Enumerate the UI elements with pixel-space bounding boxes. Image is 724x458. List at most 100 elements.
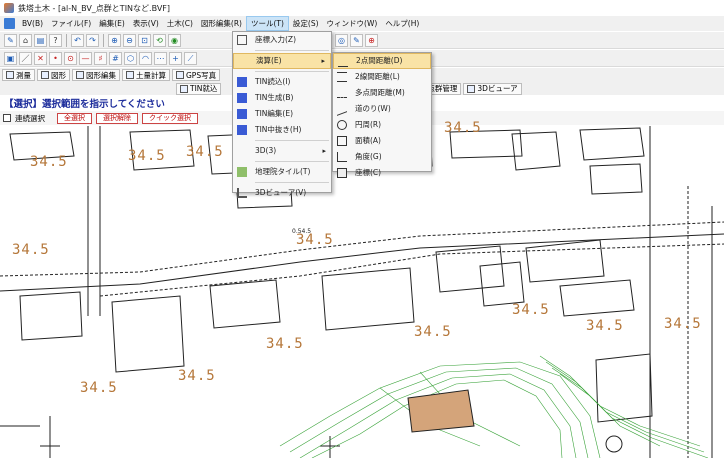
- redo-icon[interactable]: ↷: [86, 33, 99, 47]
- toolbar-separator: [66, 33, 67, 47]
- elevation-label: 34.5: [12, 242, 50, 258]
- gps-icon: [176, 71, 184, 79]
- menu-civil[interactable]: 土木(C): [163, 16, 197, 31]
- menu-circumference[interactable]: 円周(R): [333, 117, 431, 133]
- menu-two-point-distance[interactable]: 2点間距離(D): [333, 53, 431, 69]
- menu-3d-viewer[interactable]: 3Dビューア(V): [233, 185, 331, 201]
- save-icon[interactable]: ▤: [34, 33, 47, 47]
- globe-icon[interactable]: ◉: [168, 33, 181, 47]
- zoom-window-icon[interactable]: ⊡: [138, 33, 151, 47]
- tin-icon: [237, 93, 247, 103]
- menu-separator: [255, 182, 329, 183]
- multi-point-icon: [337, 88, 347, 98]
- viewer-icon: [467, 84, 476, 93]
- command-prompt: 【選択】選択範囲を指示してください: [4, 99, 165, 110]
- menu-separator: [255, 140, 329, 141]
- menu-tools[interactable]: ツール(T): [245, 16, 289, 31]
- tools-menu: 座標入力(Z) 演算(E) ▸ TIN読込(I) TIN生成(B) TIN編集(…: [232, 31, 332, 198]
- window-title: 鉄塔土木 - [al-N_BV_点群とTINなど.BVF]: [18, 3, 171, 13]
- menu-two-line-distance[interactable]: 2線間距離(L): [333, 69, 431, 85]
- doc-icon: [4, 18, 15, 29]
- dash-icon[interactable]: —: [79, 51, 92, 65]
- polygon-icon[interactable]: ⬡: [124, 51, 137, 65]
- elevation-label: 34.5: [664, 316, 702, 332]
- deselect-button[interactable]: 選択解除: [96, 112, 138, 124]
- arc-icon[interactable]: ◠: [139, 51, 152, 65]
- open-icon[interactable]: ⌂: [19, 33, 32, 47]
- plus-icon[interactable]: +: [169, 51, 182, 65]
- elevation-label: 34.5: [186, 144, 224, 160]
- grid-icon[interactable]: #: [109, 51, 122, 65]
- menu-bv[interactable]: BV(B): [18, 16, 47, 31]
- menu-angle[interactable]: 角度(G): [333, 149, 431, 165]
- menu-window[interactable]: ウィンドウ(W): [323, 16, 382, 31]
- tin-icon: [237, 109, 247, 119]
- menu-tin-generate[interactable]: TIN生成(B): [233, 90, 331, 106]
- menu-view[interactable]: 表示(V): [129, 16, 163, 31]
- select-all-button[interactable]: 全選択: [57, 112, 92, 124]
- pen-icon[interactable]: ✎: [350, 34, 363, 47]
- menu-shape-edit[interactable]: 図形編集(R): [197, 16, 246, 31]
- hatch-icon[interactable]: ♯: [94, 51, 107, 65]
- elevation-label: 34.5: [128, 148, 166, 164]
- tab-earthwork[interactable]: 土量計算: [122, 69, 170, 81]
- continuous-select-checkbox[interactable]: [3, 114, 11, 122]
- menu-bar: BV(B) ファイル(F) 編集(E) 表示(V) 土木(C) 図形編集(R) …: [0, 16, 724, 31]
- tab-gps-photo[interactable]: GPS写真: [172, 69, 221, 81]
- elevation-label: 34.5: [80, 380, 118, 396]
- app-window: 鉄塔土木 - [al-N_BV_点群とTINなど.BVF] BV(B) ファイル…: [0, 0, 724, 458]
- menu-coordinate[interactable]: 座標(C): [333, 165, 431, 181]
- tin-icon: [237, 125, 247, 135]
- tab-survey[interactable]: 測量: [2, 69, 35, 81]
- menu-tin-thin[interactable]: TIN中抜き(H): [233, 122, 331, 138]
- tab-shape[interactable]: 図形: [37, 69, 70, 81]
- app-icon: [4, 3, 14, 13]
- quick-select-button[interactable]: クイック選択: [142, 112, 198, 124]
- zoom-in-icon[interactable]: ⊕: [108, 33, 121, 47]
- target-icon[interactable]: ⊕: [365, 34, 378, 47]
- point-icon[interactable]: •: [49, 51, 62, 65]
- small-elevation-label: 0.54.5: [292, 228, 312, 235]
- elevation-label: 34.5: [30, 154, 68, 170]
- shape-edit-icon: [76, 71, 84, 79]
- menu-help[interactable]: ヘルプ(H): [381, 16, 423, 31]
- menu-settings[interactable]: 設定(S): [289, 16, 323, 31]
- menu-3d[interactable]: 3D(3) ▸: [233, 143, 331, 159]
- elevation-label: 34.5: [414, 324, 452, 340]
- elevation-label: 34.5: [586, 318, 624, 334]
- slope-icon[interactable]: ⟋: [184, 51, 197, 65]
- zoom-out-icon[interactable]: ⊖: [123, 33, 136, 47]
- undo-icon[interactable]: ↶: [71, 33, 84, 47]
- menu-separator: [255, 161, 329, 162]
- selected-area: [407, 389, 475, 433]
- calc-submenu: 2点間距離(D) 2線間距離(L) 多点間距離(M) 道のり(W) 円周(R) …: [332, 52, 432, 178]
- circle-icon[interactable]: ⊙: [64, 51, 77, 65]
- menu-tin-edit[interactable]: TIN編集(E): [233, 106, 331, 122]
- elevation-label: 34.5: [178, 368, 216, 384]
- cross-icon[interactable]: ✕: [34, 51, 47, 65]
- new-icon[interactable]: ✎: [4, 33, 17, 47]
- line-icon[interactable]: ／: [19, 51, 32, 65]
- menu-gsi-tile[interactable]: 地理院タイル(T): [233, 164, 331, 180]
- menu-file[interactable]: ファイル(F): [47, 16, 95, 31]
- menu-edit[interactable]: 編集(E): [95, 16, 129, 31]
- menu-path-length[interactable]: 道のり(W): [333, 101, 431, 117]
- menu-multi-point-distance[interactable]: 多点間距離(M): [333, 85, 431, 101]
- dots-icon[interactable]: ⋯: [154, 51, 167, 65]
- menu-calc[interactable]: 演算(E) ▸: [233, 53, 331, 69]
- help-icon[interactable]: ?: [49, 33, 62, 47]
- tab-tin-load[interactable]: TIN就込: [176, 82, 222, 95]
- circle-icon: [337, 120, 347, 130]
- menu-coord-input[interactable]: 座標入力(Z): [233, 32, 331, 48]
- measure-icon[interactable]: ◎: [335, 34, 348, 47]
- elevation-label: 34.5: [444, 120, 482, 136]
- earthwork-icon: [126, 71, 134, 79]
- angle-icon: [337, 152, 347, 162]
- menu-area[interactable]: 面積(A): [333, 133, 431, 149]
- menu-separator: [255, 71, 329, 72]
- select-icon[interactable]: ▣: [4, 51, 17, 65]
- refresh-icon[interactable]: ⟲: [153, 33, 166, 47]
- menu-tin-load[interactable]: TIN読込(I): [233, 74, 331, 90]
- tab-shape-edit[interactable]: 図形編集: [72, 69, 120, 81]
- tab-3d-viewer[interactable]: 3Dビューア: [463, 82, 522, 95]
